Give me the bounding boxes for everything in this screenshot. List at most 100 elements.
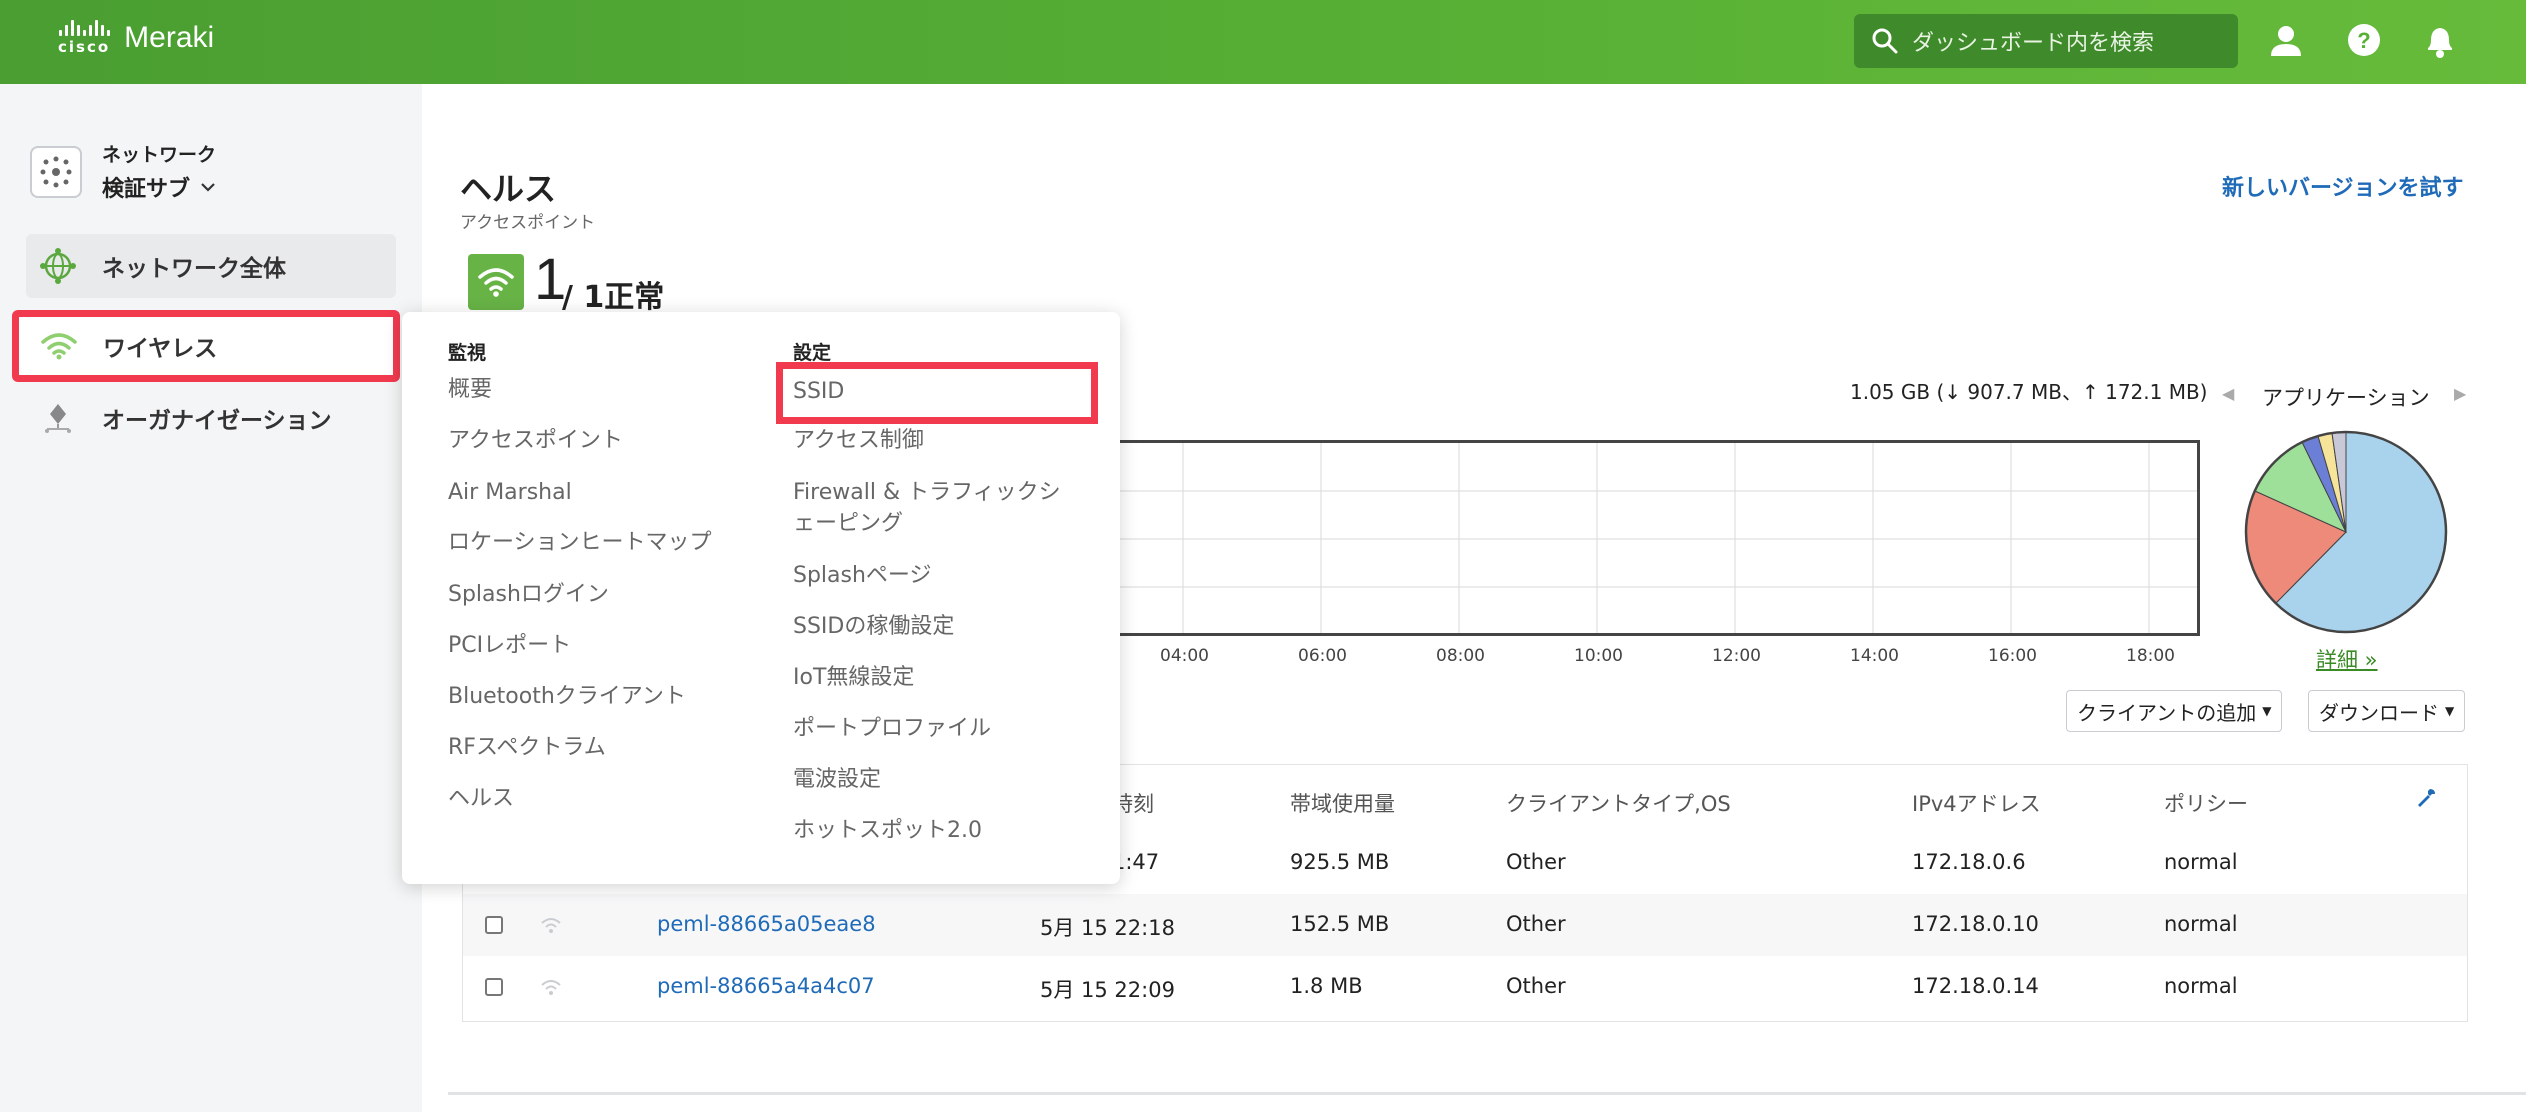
divider: [448, 1092, 2526, 1095]
menu-item-ssid-availability[interactable]: SSIDの稼働設定: [793, 611, 954, 643]
wrench-icon[interactable]: [2414, 786, 2438, 810]
sidebar-item-organization[interactable]: オーガナイゼーション: [26, 386, 396, 450]
menu-item-overview[interactable]: 概要: [448, 374, 492, 406]
network-value[interactable]: 検証サブ: [102, 171, 216, 203]
client-name-link[interactable]: peml-88665a05eae8: [657, 912, 876, 936]
organization-icon: [38, 398, 78, 438]
user-icon[interactable]: [2266, 20, 2306, 60]
chevron-right-icon[interactable]: ▶: [2454, 384, 2466, 403]
sidebar-item-label: ネットワーク全体: [102, 256, 286, 282]
x-tick-label: 14:00: [1850, 646, 1899, 666]
menu-item-firewall-traffic-shaping[interactable]: Firewall & トラフィックシ: [793, 477, 1061, 509]
cisco-bars-icon: [58, 20, 110, 36]
sidebar: ネットワーク 検証サブ ネットワーク全体 ワイヤレス オーガナイゼーション: [0, 84, 422, 1112]
menu-item-rf-spectrum[interactable]: RFスペクトラム: [448, 732, 606, 764]
menu-item-splash-page[interactable]: Splashページ: [793, 560, 932, 592]
sidebar-item-wireless[interactable]: ワイヤレス: [12, 310, 400, 382]
network-hub-icon: [30, 145, 82, 198]
menu-heading-configure: 設定: [793, 342, 832, 364]
menu-item-iot-radio[interactable]: IoT無線設定: [793, 662, 914, 694]
top-header: cisco Meraki ダッシュボード内を検索 ?: [0, 0, 2526, 84]
meraki-logo-text: Meraki: [124, 21, 215, 54]
dashboard-search[interactable]: ダッシュボード内を検索: [1854, 14, 2238, 68]
menu-item-air-marshal[interactable]: Air Marshal: [448, 477, 572, 509]
cell-client-type: Other: [1506, 974, 1566, 998]
network-label: ネットワーク: [102, 144, 217, 166]
menu-heading-monitor: 監視: [448, 342, 487, 364]
sidebar-item-network-wide[interactable]: ネットワーク全体: [26, 234, 396, 298]
usage-summary: 1.05 GB (↓ 907.7 MB、↑ 172.1 MB): [1850, 380, 2208, 404]
details-link[interactable]: 詳細 »: [2316, 644, 2378, 674]
usage-chart: [1100, 440, 2200, 636]
cell-usage: 152.5 MB: [1290, 912, 1390, 936]
menu-item-access-control[interactable]: アクセス制御: [793, 425, 924, 457]
cell-policy: normal: [2164, 850, 2238, 874]
download-button[interactable]: ダウンロード ▼: [2308, 690, 2466, 732]
page-title: ヘルス: [460, 170, 557, 208]
x-tick-label: 08:00: [1436, 646, 1485, 666]
help-icon[interactable]: ?: [2344, 20, 2384, 60]
try-new-version-link[interactable]: 新しいバージョンを試す: [2222, 170, 2464, 202]
x-tick-label: 06:00: [1298, 646, 1347, 666]
menu-item-location-heatmap[interactable]: ロケーションヒートマップ: [448, 527, 712, 559]
caret-down-icon: ▼: [2445, 704, 2455, 718]
row-checkbox[interactable]: [485, 978, 503, 996]
bell-icon[interactable]: [2420, 20, 2460, 60]
client-name-link[interactable]: peml-88665a4a4c07: [657, 974, 875, 998]
menu-item-access-points[interactable]: アクセスポイント: [448, 425, 623, 457]
row-checkbox[interactable]: [485, 916, 503, 934]
add-client-label: クライアントの追加: [2077, 700, 2257, 725]
menu-item-bluetooth-clients[interactable]: Bluetoothクライアント: [448, 681, 686, 713]
health-total: / 1正常: [562, 280, 665, 315]
search-placeholder[interactable]: ダッシュボード内を検索: [1912, 25, 2154, 57]
x-tick-label: 18:00: [2126, 646, 2175, 666]
network-name: 検証サブ: [102, 177, 191, 202]
globe-network-icon: [38, 246, 78, 286]
applications-title: アプリケーション: [2262, 386, 2430, 410]
column-header-policy[interactable]: ポリシー: [2164, 788, 2248, 818]
sidebar-item-label: オーガナイゼーション: [102, 408, 332, 434]
network-selector[interactable]: ネットワーク 検証サブ: [30, 140, 216, 203]
x-tick-label: 04:00: [1160, 646, 1209, 666]
cell-client-type: Other: [1506, 850, 1566, 874]
wifi-client-icon: [541, 918, 561, 933]
column-header-ipv4[interactable]: IPv4アドレス: [1912, 788, 2041, 818]
cell-last-seen: 5月 15 22:09: [1040, 978, 1175, 1002]
cell-policy: normal: [2164, 974, 2238, 998]
applications-pie-chart: [2244, 430, 2448, 634]
caret-down-icon: ▼: [2262, 704, 2272, 718]
column-header-client-type[interactable]: クライアントタイプ,OS: [1506, 788, 1731, 818]
column-header-usage[interactable]: 帯域使用量: [1290, 788, 1395, 818]
menu-item-radio-settings[interactable]: 電波設定: [793, 764, 881, 796]
access-point-status-icon: [468, 254, 524, 310]
cisco-logo-text: cisco: [58, 38, 111, 56]
svg-text:?: ?: [2357, 28, 2370, 53]
menu-item-port-profiles[interactable]: ポートプロファイル: [793, 713, 991, 745]
cell-last-seen: 5月 15 22:18: [1040, 916, 1175, 940]
chevron-left-icon[interactable]: ◀: [2222, 384, 2234, 403]
menu-item-pci-reports[interactable]: PCIレポート: [448, 630, 571, 662]
meraki-logo[interactable]: cisco Meraki: [58, 20, 214, 56]
x-tick-label: 10:00: [1574, 646, 1623, 666]
x-tick-label: 16:00: [1988, 646, 2037, 666]
sidebar-item-label: ワイヤレス: [103, 336, 218, 362]
chevron-down-icon: [201, 183, 215, 192]
cell-ipv4: 172.18.0.6: [1912, 850, 2026, 874]
cell-client-type: Other: [1506, 912, 1566, 936]
menu-item-hotspot-2[interactable]: ホットスポット2.0: [793, 815, 982, 847]
cell-ipv4: 172.18.0.10: [1912, 912, 2039, 936]
page-subtitle: アクセスポイント: [460, 213, 596, 233]
search-icon: [1872, 28, 1898, 54]
wifi-icon: [39, 326, 79, 366]
cell-usage: 1.8 MB: [1290, 974, 1363, 998]
cell-usage: 925.5 MB: [1290, 850, 1390, 874]
chart-grid: [1100, 443, 2197, 633]
ssid-highlight-box: [776, 362, 1098, 424]
cell-ipv4: 172.18.0.14: [1912, 974, 2039, 998]
menu-item-health[interactable]: ヘルス: [448, 783, 514, 815]
menu-item-splash-logins[interactable]: Splashログイン: [448, 579, 609, 611]
menu-item-firewall-traffic-shaping-cont[interactable]: ェーピング: [793, 508, 903, 540]
add-client-button[interactable]: クライアントの追加 ▼: [2066, 690, 2283, 732]
cell-policy: normal: [2164, 912, 2238, 936]
cisco-logo: cisco: [58, 20, 110, 56]
